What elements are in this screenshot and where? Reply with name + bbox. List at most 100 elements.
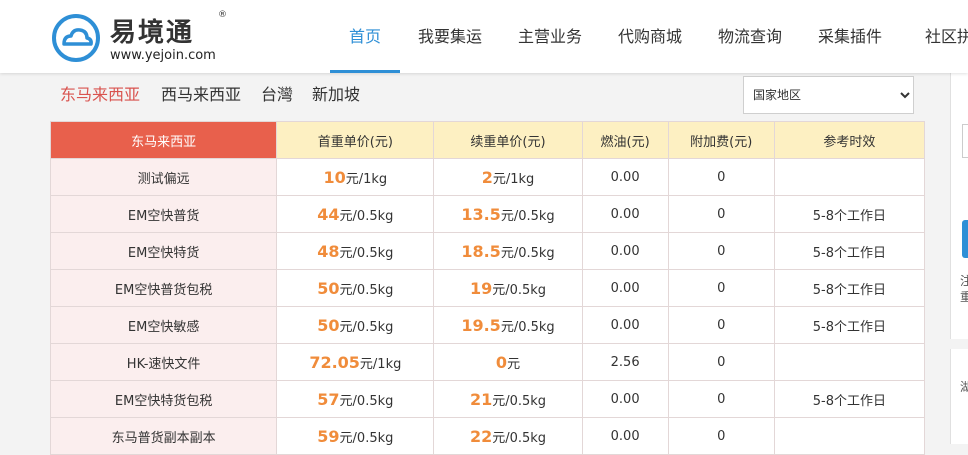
region-tab[interactable]: 西马来西亚 xyxy=(161,81,241,105)
first-price-cell: 50元/0.5kg xyxy=(276,306,435,344)
nav-item[interactable]: 我要集运 xyxy=(417,0,483,73)
cont-price-value: 19 xyxy=(469,278,493,298)
column-header: 参考时效 xyxy=(773,121,926,159)
cont-price-value: 0 xyxy=(495,352,508,372)
cont-price-value: 18.5 xyxy=(461,241,501,261)
column-header: 燃油(元) xyxy=(581,121,669,159)
surcharge-cell: 0 xyxy=(667,195,775,233)
nav-item[interactable]: 主营业务 xyxy=(517,0,583,73)
price-table: 东马来西亚 首重单价(元) 续重单价(元) 燃油(元) 附加费(元) 参考时效 测试偏远 1… xyxy=(49,121,926,455)
first-price-value: 48 xyxy=(317,241,340,261)
nav-item[interactable]: 代购商城 xyxy=(617,0,683,73)
column-header: 首重单价(元) xyxy=(276,121,435,159)
surcharge-cell: 0 xyxy=(667,232,775,270)
cont-price-value: 22 xyxy=(469,426,493,446)
first-price-cell: 50元/0.5kg xyxy=(276,269,435,307)
column-header: 附加费(元) xyxy=(667,121,775,159)
fuel-cell: 0.00 xyxy=(581,195,669,233)
first-price-unit: 元/1kg xyxy=(359,356,402,372)
sidebar-panel-2: 湖 xyxy=(950,349,968,444)
service-name-cell: EM空快敏感 xyxy=(49,306,278,344)
fuel-cell: 0.00 xyxy=(581,417,669,455)
cont-price-unit: 元/0.5kg xyxy=(492,282,547,298)
cont-price-unit: 元/1kg xyxy=(492,171,535,187)
first-price-value: 50 xyxy=(317,278,340,298)
first-price-cell: 48元/0.5kg xyxy=(276,232,435,270)
first-price-unit: 元/0.5kg xyxy=(339,208,394,224)
nav-item[interactable]: 物流查询 xyxy=(717,0,783,73)
table-row[interactable]: EM空快敏感 50元/0.5kg 19.5元/0.5kg 0.00 0 5-8个工作日 xyxy=(49,306,926,344)
table-row[interactable]: EM空快普货 44元/0.5kg 13.5元/0.5kg 0.00 0 5-8个工作日 xyxy=(49,195,926,233)
fuel-cell: 0.00 xyxy=(581,158,669,196)
surcharge-cell: 0 xyxy=(667,269,775,307)
cont-price-unit: 元/0.5kg xyxy=(492,393,547,409)
service-name-cell: HK-速快文件 xyxy=(49,343,278,381)
first-price-value: 72.05 xyxy=(309,352,360,372)
timing-cell xyxy=(773,417,926,455)
timing-cell: 5-8个工作日 xyxy=(773,232,926,270)
timing-cell: 5-8个工作日 xyxy=(773,306,926,344)
first-price-cell: 72.05元/1kg xyxy=(276,343,435,381)
first-price-value: 59 xyxy=(317,426,340,446)
service-name-cell: EM空快特货 xyxy=(49,232,278,270)
first-price-unit: 元/0.5kg xyxy=(339,393,394,409)
main-content: 东马来西亚 西马来西亚 台灣 新加坡 国家地区 东马来西亚 首重单价(元) 续重单价(元)… xyxy=(49,73,926,455)
cont-price-value: 21 xyxy=(469,389,493,409)
table-row[interactable]: EM空快普货包税 50元/0.5kg 19元/0.5kg 0.00 0 5-8个工作日 xyxy=(49,269,926,307)
surcharge-cell: 0 xyxy=(667,158,775,196)
region-tab[interactable]: 东马来西亚 xyxy=(60,81,140,105)
service-name-cell: EM空快普货包税 xyxy=(49,269,278,307)
cont-price-value: 19.5 xyxy=(461,315,501,335)
cont-price-unit: 元/0.5kg xyxy=(500,245,555,261)
first-price-cell: 57元/0.5kg xyxy=(276,380,435,418)
fuel-cell: 0.00 xyxy=(581,269,669,307)
surcharge-cell: 0 xyxy=(667,380,775,418)
sidebar-button[interactable] xyxy=(962,220,968,258)
cont-price-cell: 22元/0.5kg xyxy=(433,417,583,455)
surcharge-cell: 0 xyxy=(667,417,775,455)
region-tab[interactable]: 新加坡 xyxy=(312,81,360,105)
cont-price-value: 2 xyxy=(481,167,493,187)
top-navbar: 易境通 ® www.yejoin.com 首页 我要集运 主营业务 代购商城 物流查询采… xyxy=(0,0,968,73)
site-logo[interactable]: 易境通 ® www.yejoin.com xyxy=(52,10,242,66)
first-price-unit: 元/1kg xyxy=(345,171,388,187)
logo-url: www.yejoin.com xyxy=(110,48,216,63)
fuel-cell: 2.56 xyxy=(581,343,669,381)
cont-price-cell: 18.5元/0.5kg xyxy=(433,232,583,270)
service-name-cell: 测试偏远 xyxy=(49,158,278,196)
table-row[interactable]: EM空快特货 48元/0.5kg 18.5元/0.5kg 0.00 0 5-8个工作日 xyxy=(49,232,926,270)
first-price-value: 50 xyxy=(317,315,340,335)
service-name-cell: EM空快特货包税 xyxy=(49,380,278,418)
region-select[interactable]: 国家地区 xyxy=(743,76,914,114)
table-row[interactable]: 东马普货副本副本 59元/0.5kg 22元/0.5kg 0.00 0 xyxy=(49,417,926,455)
first-price-cell: 59元/0.5kg xyxy=(276,417,435,455)
fuel-cell: 0.00 xyxy=(581,306,669,344)
first-price-value: 57 xyxy=(317,389,340,409)
column-header: 续重单价(元) xyxy=(433,121,583,159)
nav-item[interactable]: 采集插件 xyxy=(817,0,883,73)
region-tab[interactable]: 台灣 xyxy=(261,81,293,105)
cont-price-cell: 2元/1kg xyxy=(433,158,583,196)
cont-price-unit: 元/0.5kg xyxy=(500,319,555,335)
cont-price-value: 13.5 xyxy=(461,204,501,224)
table-row[interactable]: EM空快特货包税 57元/0.5kg 21元/0.5kg 0.00 0 5-8个工作日 xyxy=(49,380,926,418)
timing-cell xyxy=(773,343,926,381)
cont-price-unit: 元/0.5kg xyxy=(500,208,555,224)
cont-price-cell: 19.5元/0.5kg xyxy=(433,306,583,344)
timing-cell xyxy=(773,158,926,196)
cloud-logo-icon xyxy=(52,14,100,62)
fuel-cell: 0.00 xyxy=(581,232,669,270)
first-price-unit: 元/0.5kg xyxy=(339,282,394,298)
nav-item[interactable]: 社区拼团 xyxy=(917,0,968,73)
nav-item[interactable]: 首页 xyxy=(330,0,400,73)
table-row[interactable]: 测试偏远 10元/1kg 2元/1kg 0.00 0 xyxy=(49,158,926,196)
cont-price-cell: 21元/0.5kg xyxy=(433,380,583,418)
surcharge-cell: 0 xyxy=(667,343,775,381)
timing-cell: 5-8个工作日 xyxy=(773,380,926,418)
table-row[interactable]: HK-速快文件 72.05元/1kg 0元 2.56 0 xyxy=(49,343,926,381)
sidebar-input[interactable] xyxy=(962,124,968,158)
fuel-cell: 0.00 xyxy=(581,380,669,418)
cont-price-unit: 元/0.5kg xyxy=(492,430,547,446)
right-sidebar: 注重 湖 xyxy=(950,73,968,444)
timing-cell: 5-8个工作日 xyxy=(773,269,926,307)
